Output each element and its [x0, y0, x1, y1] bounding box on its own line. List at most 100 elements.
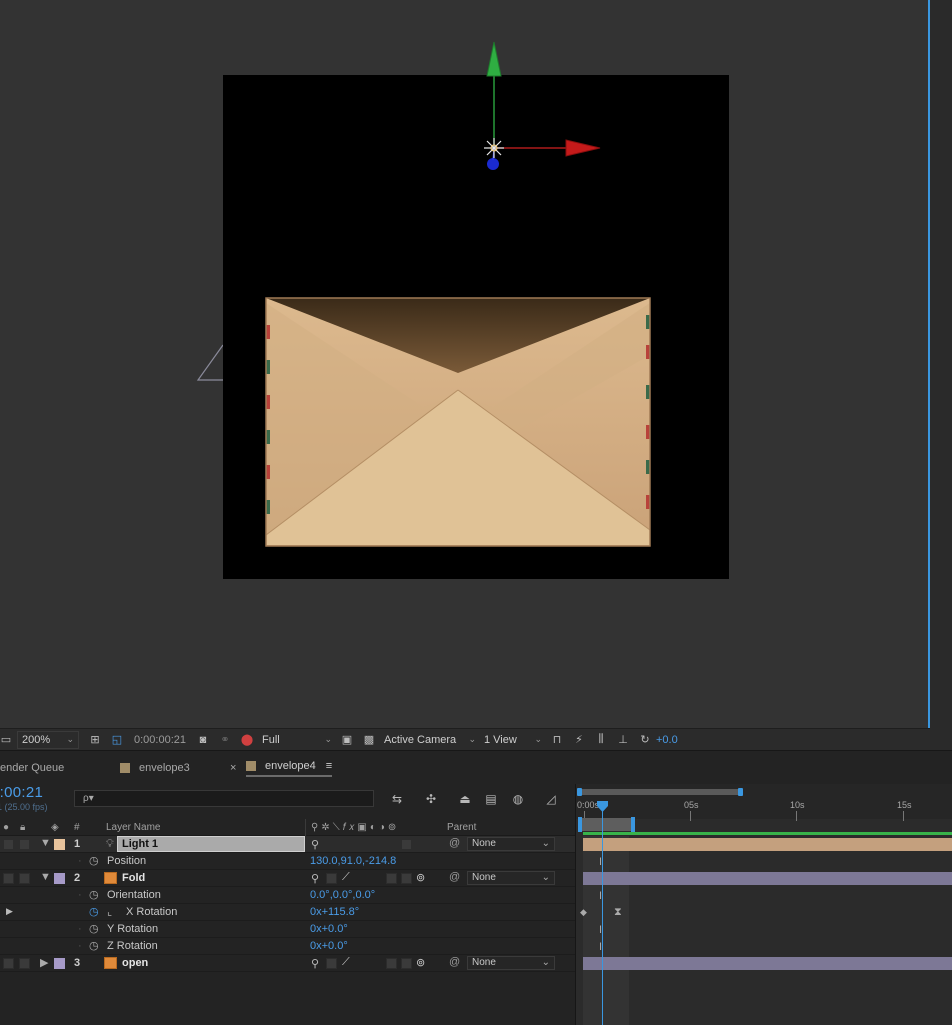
time-ruler[interactable]: 0:00s 05s 10s 15s	[576, 784, 952, 821]
column-layer-name[interactable]: Layer Name	[106, 822, 160, 833]
panel-menu-icon[interactable]: ≡	[326, 760, 332, 772]
layer-name[interactable]: open	[122, 957, 148, 969]
property-row-orientation[interactable]: · ◷ Orientation 0.0°,0.0°,0.0°	[0, 887, 575, 904]
parent-dropdown[interactable]: None ⌄	[467, 871, 555, 885]
mask-path-icon[interactable]: ◱	[109, 732, 125, 748]
label-color-swatch[interactable]	[54, 958, 65, 969]
timeline-track-area[interactable]: 0:00s 05s 10s 15s ◆ ⧗ I I I I	[575, 784, 952, 1025]
work-area-end[interactable]	[631, 817, 635, 832]
stopwatch-icon[interactable]: ◷	[89, 888, 99, 901]
layer-bar-open[interactable]	[583, 957, 952, 970]
layer-bar-fold[interactable]	[583, 872, 952, 885]
layer-name[interactable]: Fold	[122, 872, 145, 884]
keyframe-diamond[interactable]: ◆	[580, 907, 587, 918]
layer-row-fold[interactable]: ▼ 2 Fold ⚲ ⟋ ⊚ @ None ⌄	[0, 870, 575, 887]
navigator-start-handle[interactable]	[577, 788, 582, 796]
property-row-position[interactable]: · ◷ Position 130.0,91.0,-214.8	[0, 853, 575, 870]
view-layout-dropdown[interactable]: 1 View ⌄	[480, 730, 546, 749]
fast-preview-icon[interactable]: ⚡	[571, 732, 587, 748]
switch-cell[interactable]	[401, 958, 412, 969]
resolution-dropdown[interactable]: Full ⌄	[258, 730, 336, 749]
lock-toggle[interactable]	[19, 873, 30, 884]
playhead-handle[interactable]	[597, 801, 608, 812]
frame-blending-icon[interactable]: ▤	[483, 791, 499, 807]
composition-viewer[interactable]	[0, 0, 930, 728]
layer-search-input[interactable]: ρ▾	[74, 790, 374, 807]
quality-switch-icon[interactable]: ⟋	[342, 871, 350, 884]
twirl-down-icon[interactable]: ▼	[40, 871, 51, 883]
graph-editor-icon[interactable]: ◿	[543, 791, 559, 807]
region-of-interest-icon[interactable]: ▣	[339, 732, 355, 748]
safe-zones-icon[interactable]: ⊞	[87, 732, 103, 748]
graph-icon[interactable]: ⌞	[107, 905, 112, 918]
video-toggle[interactable]	[3, 839, 14, 850]
property-value[interactable]: 0x+0.0°	[310, 940, 348, 952]
layer-row-open[interactable]: ▶ 3 open ⚲ ⟋ ⊚ @ None ⌄	[0, 955, 575, 972]
switch-cell[interactable]	[386, 873, 397, 884]
twirl-down-icon[interactable]: ▼	[40, 837, 51, 849]
property-value[interactable]: 0x+0.0°	[310, 923, 348, 935]
property-row-x-rotation[interactable]: ▶ ◷ ⌞ X Rotation 0x+115.8°	[0, 904, 575, 921]
motion-blur-icon[interactable]: ◍	[510, 791, 526, 807]
stopwatch-icon[interactable]: ◷	[89, 939, 99, 952]
toggle-pixel-aspect-icon[interactable]: ⊓	[549, 732, 565, 748]
label-color-swatch[interactable]	[54, 839, 65, 850]
monitor-icon[interactable]: ▭	[0, 732, 14, 748]
current-time[interactable]: 0:00:00:21	[134, 734, 186, 746]
pick-whip-icon[interactable]: @	[449, 837, 460, 849]
channel-rgb-icon[interactable]: ⬤	[239, 732, 255, 748]
switch-cell[interactable]	[326, 873, 337, 884]
tab-render-queue[interactable]: ender Queue	[0, 759, 64, 777]
lock-toggle[interactable]	[19, 839, 30, 850]
video-toggle[interactable]	[3, 958, 14, 969]
switch-cell[interactable]	[401, 839, 412, 850]
pick-whip-icon[interactable]: @	[449, 871, 460, 883]
envelope-image[interactable]	[263, 295, 653, 557]
parent-dropdown[interactable]: None ⌄	[467, 956, 555, 970]
zoom-dropdown[interactable]: 200% ⌄	[17, 730, 79, 749]
switch-cell[interactable]	[401, 873, 412, 884]
tab-envelope3[interactable]: envelope3	[120, 759, 190, 777]
comp-mini-flowchart-icon[interactable]: ⇆	[389, 791, 405, 807]
exposure-value[interactable]: +0.0	[656, 734, 678, 746]
transparency-grid-icon[interactable]: ▩	[361, 732, 377, 748]
shy-layers-icon[interactable]: ⏏	[457, 791, 473, 807]
keyframe-hold[interactable]: ⧗	[614, 906, 622, 919]
layer-name-field[interactable]: Light 1	[117, 836, 305, 852]
time-navigator[interactable]	[579, 789, 741, 795]
property-value[interactable]: 0.0°,0.0°,0.0°	[310, 889, 375, 901]
work-area-bar[interactable]	[579, 818, 633, 831]
timeline-icon[interactable]: ⫼	[593, 732, 609, 748]
property-row-y-rotation[interactable]: · ◷ Y Rotation 0x+0.0°	[0, 921, 575, 938]
switch-cell[interactable]	[386, 958, 397, 969]
flowchart-icon[interactable]: ⊥	[615, 732, 631, 748]
property-value[interactable]: 0x+115.8°	[310, 906, 359, 918]
shy-switch-icon[interactable]: ⚲	[311, 838, 319, 851]
camera-dropdown[interactable]: Active Camera ⌄	[380, 730, 480, 749]
shy-switch-icon[interactable]: ⚲	[311, 872, 319, 885]
stopwatch-icon[interactable]: ◷	[89, 854, 99, 867]
show-snapshot-icon[interactable]: ⚭	[217, 732, 233, 748]
camera-snapshot-icon[interactable]: ◙	[195, 732, 211, 748]
label-color-swatch[interactable]	[54, 873, 65, 884]
close-icon[interactable]: ×	[230, 762, 236, 774]
reset-exposure-icon[interactable]: ↻	[637, 732, 653, 748]
layer-row-light[interactable]: ▼ 1 💡︎ Light 1 ⚲ @ None ⌄	[0, 836, 575, 853]
parent-dropdown[interactable]: None ⌄	[467, 837, 555, 851]
property-value[interactable]: 130.0,91.0,-214.8	[310, 855, 396, 867]
shy-switch-icon[interactable]: ⚲	[311, 957, 319, 970]
composition-canvas[interactable]	[223, 75, 729, 579]
twirl-right-icon[interactable]: ▶	[40, 956, 48, 969]
work-area-start[interactable]	[578, 817, 582, 832]
stopwatch-active-icon[interactable]: ◷	[89, 905, 99, 918]
property-row-z-rotation[interactable]: · ◷ Z Rotation 0x+0.0°	[0, 938, 575, 955]
navigator-end-handle[interactable]	[738, 788, 743, 796]
layer-bar-light[interactable]	[583, 838, 952, 851]
3d-layer-icon[interactable]: ⊚	[416, 871, 425, 884]
quality-switch-icon[interactable]: ⟋	[342, 956, 350, 969]
switch-cell[interactable]	[326, 958, 337, 969]
draft-3d-icon[interactable]: ✣	[423, 791, 439, 807]
tab-envelope4[interactable]: envelope4 ≡	[246, 759, 333, 777]
video-toggle[interactable]	[3, 873, 14, 884]
3d-layer-icon[interactable]: ⊚	[416, 956, 425, 969]
